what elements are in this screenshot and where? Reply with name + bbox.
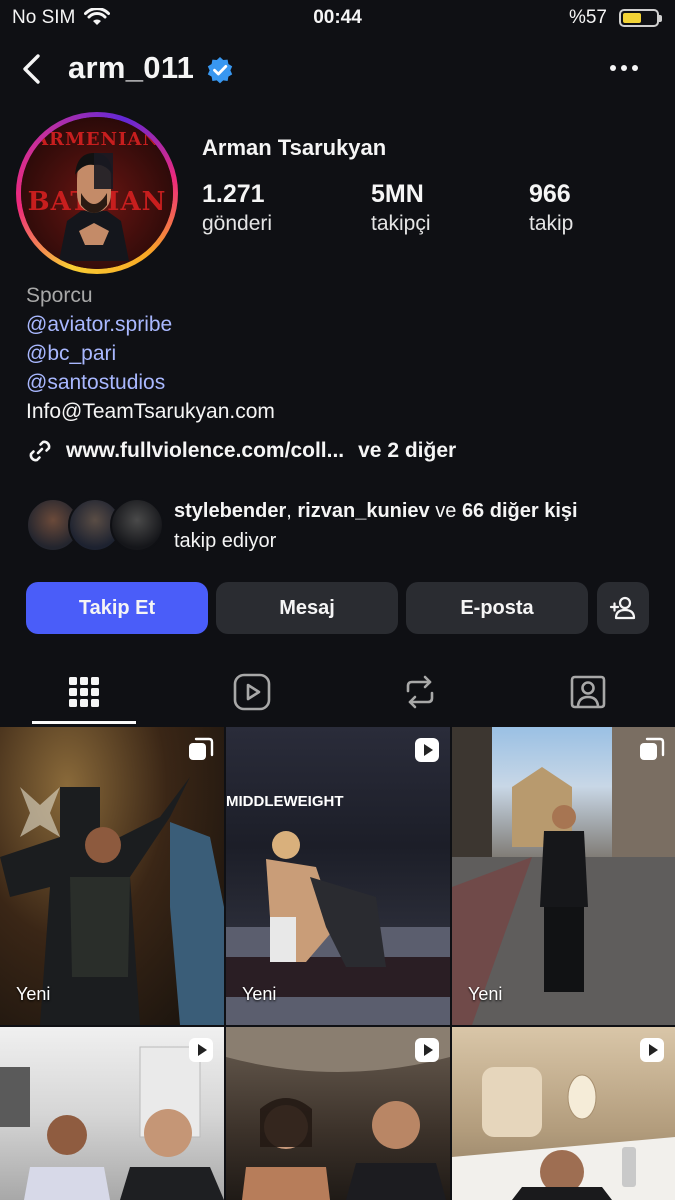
battery-icon [619,9,662,27]
mutual-user-rizvan[interactable]: rizvan_kuniev [297,500,429,522]
reels-icon [233,673,271,711]
grid-post[interactable] [226,1027,450,1200]
bio-mention-aviator[interactable]: @aviator.spribe [26,313,172,337]
grid-post[interactable] [0,1027,224,1200]
following-count[interactable]: 966 [529,180,571,209]
bio-email: Info@TeamTsarukyan.com [26,400,275,423]
battery-percent: %57 [568,7,607,28]
grid-post[interactable]: MIDDLEWEIGHT Yeni [226,727,450,1025]
bio-mention-bc-pari[interactable]: @bc_pari [26,342,116,366]
reel-icon [415,738,439,762]
followers-label[interactable]: takipçi [371,212,431,236]
tab-reels[interactable] [168,662,336,722]
profile-full-name: Arman Tsarukyan [202,135,387,160]
new-badge: Yeni [16,984,51,1004]
follow-button[interactable]: Takip Et [26,582,208,634]
add-person-icon [609,596,636,620]
mutual-user-stylebender[interactable]: stylebender [174,500,286,522]
street-photo [452,727,675,1025]
profile-username: arm_011 [68,50,195,85]
separator: , [286,500,298,522]
new-badge: Yeni [242,984,277,1004]
reel-icon [415,1038,439,1062]
website-more[interactable]: ve 2 diğer [358,439,456,463]
tagged-icon [570,675,606,709]
bio-category: Sporcu [26,284,93,307]
followers-count[interactable]: 5MN [371,180,424,209]
wrestler-photo [0,777,224,1025]
followed-by-suffix: takip ediyor [174,530,277,552]
grid-icon [69,677,99,707]
mutual-avatar [110,498,164,552]
tab-tagged[interactable] [504,662,672,722]
verified-badge-icon [207,57,233,84]
new-badge: Yeni [468,984,503,1004]
link-icon [29,440,51,462]
suggest-users-button[interactable] [597,582,649,634]
grid-post[interactable] [452,1027,675,1200]
carousel-icon [189,737,214,760]
post-banner-text: MIDDLEWEIGHT [226,793,344,810]
grid-post[interactable]: Yeni [0,727,224,1025]
posts-label[interactable]: gönderi [202,212,272,236]
grid-post[interactable]: Yeni [452,727,675,1025]
status-bar: No SIM 00:44 %57 [0,0,675,36]
following-label[interactable]: takip [529,212,573,236]
more-horizontal-icon[interactable] [604,58,644,78]
active-tab-indicator [32,721,136,724]
bio-website-link[interactable]: www.fullviolence.com/coll... ve 2 diğer [26,436,456,466]
bio-mention-santostudios[interactable]: @santostudios [26,371,165,395]
mutual-followers-text[interactable]: stylebender, rizvan_kuniev ve 66 diğer k… [174,496,654,556]
mutual-followers-avatars[interactable] [26,498,166,552]
and-text: ve [429,500,462,522]
tab-posts[interactable] [0,662,168,722]
reel-icon [640,1038,664,1062]
mutual-others-count[interactable]: 66 diğer kişi [462,500,578,522]
batman-portrait-graphic [59,153,129,261]
website-url[interactable]: www.fullviolence.com/coll... [66,439,344,463]
carousel-icon [640,737,665,760]
tab-reposts[interactable] [336,662,504,722]
profile-avatar[interactable]: ARMENIAN BATMAN [16,112,178,274]
posts-count[interactable]: 1.271 [202,180,265,209]
email-button[interactable]: E-posta [406,582,588,634]
avatar-image: ARMENIAN BATMAN [21,117,173,269]
chevron-left-icon[interactable] [18,52,48,86]
repost-icon [406,675,434,709]
wrestling-match-photo [226,831,450,1025]
message-button[interactable]: Mesaj [216,582,398,634]
reel-icon [189,1038,213,1062]
